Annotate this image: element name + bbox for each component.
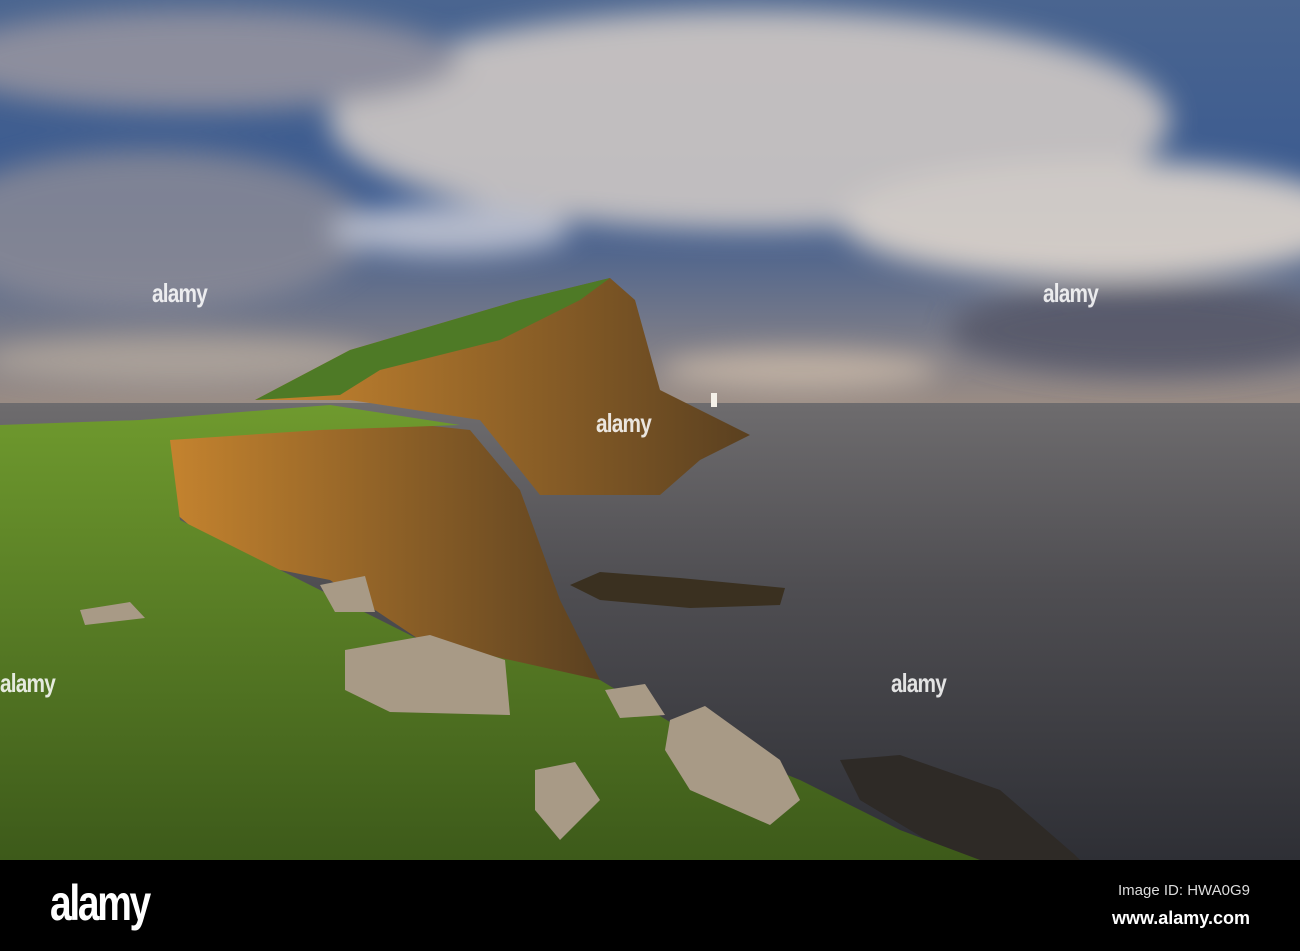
alamy-logo: alamy: [50, 875, 151, 931]
footer-bar: alamy Image ID: HWA0G9 www.alamy.com: [0, 860, 1300, 951]
watermark-logo: alamy: [0, 668, 56, 698]
image-id: Image ID: HWA0G9: [1118, 882, 1250, 899]
website-link[interactable]: www.alamy.com: [1112, 908, 1250, 929]
lighthouse: [711, 393, 717, 407]
watermark-logo: alamy: [891, 668, 947, 698]
watermark-logo: alamy: [1043, 278, 1099, 308]
watermark-logo: alamy: [596, 408, 652, 438]
watermark-logo: alamy: [152, 278, 208, 308]
